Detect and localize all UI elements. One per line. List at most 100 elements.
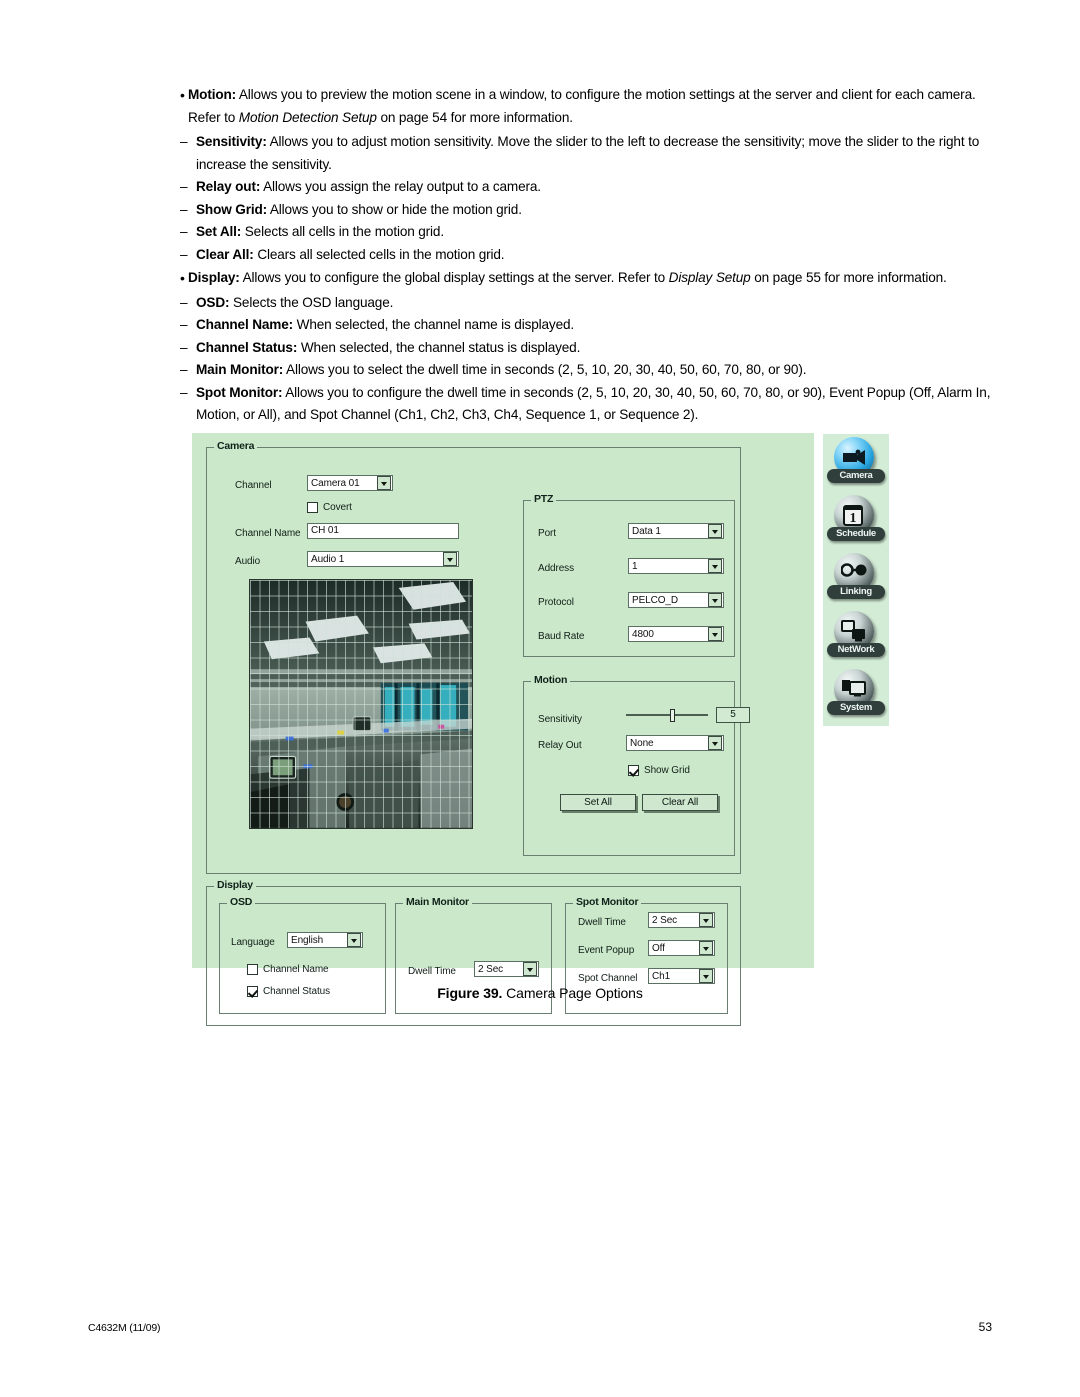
dash-marker: – [180,201,188,217]
sub-relay-out: – Relay out: Allows you assign the relay… [150,176,1010,199]
chevron-down-icon[interactable] [708,524,722,538]
nav-item-system[interactable]: System [827,668,885,724]
footer-document-code: C4632M (11/09) [88,1322,161,1334]
bullet-motion-term: Motion: [188,87,237,102]
audio-select[interactable]: Audio 1 [307,551,459,567]
figure-caption: Figure 39. Camera Page Options [0,985,1080,1001]
document-body: • Motion: Allows you to preview the moti… [150,84,1010,427]
ptz-group-panel: PTZ Port Data 1 Address 1 Protocol PELCO… [523,493,735,657]
osd-group-title: OSD [227,896,256,908]
ptz-protocol-select[interactable]: PELCO_D [628,592,724,608]
sub-spot-monitor-term: Spot Monitor: [196,384,283,400]
slider-thumb[interactable] [670,709,675,722]
nav-icon-strip: Camera 1 Schedule Linking NetWork System [823,434,889,726]
spot-event-popup-select[interactable]: Off [648,940,715,956]
nav-item-schedule[interactable]: 1 Schedule [827,494,885,550]
osd-language-select[interactable]: English [287,932,363,948]
chevron-down-icon[interactable] [708,627,722,641]
chevron-down-icon[interactable] [443,552,457,566]
display-group-panel: Display OSD Language English Channel Nam… [206,879,741,1026]
spot-channel-select[interactable]: Ch1 [648,968,715,984]
ptz-group-title: PTZ [531,493,557,505]
chevron-down-icon[interactable] [377,476,391,490]
dash-marker: – [180,224,188,239]
chevron-down-icon[interactable] [708,559,722,573]
channel-label: Channel [235,480,272,491]
nav-label-linking: Linking [827,585,885,599]
sub-sensitivity-body: Allows you to adjust motion sensitivity.… [196,134,980,172]
camera-scene-image [250,580,472,828]
chevron-down-icon[interactable] [347,933,361,947]
chevron-down-icon[interactable] [708,593,722,607]
show-grid-label: Show Grid [644,765,690,776]
motion-group-title: Motion [531,674,571,686]
chevron-down-icon[interactable] [699,941,713,955]
main-monitor-dwell-label: Dwell Time [408,966,456,977]
ptz-port-select[interactable]: Data 1 [628,523,724,539]
ptz-address-select[interactable]: 1 [628,558,724,574]
sensitivity-label: Sensitivity [538,714,582,725]
spot-event-popup-value: Off [652,942,665,954]
nav-label-network: NetWork [827,643,885,657]
bullet-display-term: Display: [188,270,240,285]
audio-label: Audio [235,556,261,567]
spot-dwell-select[interactable]: 2 Sec [648,912,715,928]
nav-label-camera: Camera [827,469,885,483]
figure-number: Figure 39. [437,985,503,1001]
relay-out-select[interactable]: None [626,735,724,751]
clear-all-button[interactable]: Clear All [642,794,718,811]
nav-item-camera[interactable]: Camera [827,436,885,492]
sub-show-grid-body: Allows you to show or hide the motion gr… [267,201,522,217]
osd-channel-name-row[interactable]: Channel Name [247,964,329,975]
camera-group-title: Camera [214,440,258,452]
relay-out-value: None [630,737,654,749]
footer-page-number: 53 [978,1320,992,1334]
sub-clear-all-term: Clear All: [196,246,254,262]
sub-spot-monitor-body: Allows you to configure the dwell time i… [196,384,991,423]
nav-label-system: System [827,701,885,715]
osd-channel-name-checkbox[interactable] [247,964,258,975]
sub-set-all-term: Set All: [196,224,242,239]
sub-channel-status-term: Channel Status: [196,339,298,355]
channel-select[interactable]: Camera 01 [307,475,393,491]
ptz-protocol-label: Protocol [538,597,574,608]
main-monitor-dwell-value: 2 Sec [478,963,504,975]
osd-language-label: Language [231,937,275,948]
nav-label-schedule: Schedule [827,527,885,541]
spot-channel-label: Spot Channel [578,973,638,984]
sub-osd-body: Selects the OSD language. [229,294,394,310]
channel-name-label: Channel Name [235,528,301,539]
svg-text:1: 1 [850,511,857,526]
ptz-address-value: 1 [632,560,638,572]
main-monitor-dwell-select[interactable]: 2 Sec [474,961,539,977]
show-grid-checkbox[interactable] [628,765,639,776]
chevron-down-icon[interactable] [523,962,537,976]
chevron-down-icon[interactable] [708,736,722,750]
nav-item-linking[interactable]: Linking [827,552,885,608]
sub-relay-out-term: Relay out: [196,179,261,194]
spot-monitor-group-title: Spot Monitor [573,896,642,908]
dash-marker: – [180,384,188,400]
show-grid-checkbox-row[interactable]: Show Grid [628,765,690,776]
sensitivity-slider[interactable] [626,707,708,723]
bullet-marker: • [180,87,185,103]
nav-item-network[interactable]: NetWork [827,610,885,666]
covert-checkbox-row[interactable]: Covert [307,502,352,513]
video-preview[interactable] [249,579,473,829]
chevron-down-icon[interactable] [699,913,713,927]
sub-relay-out-body: Allows you assign the relay output to a … [260,179,541,194]
set-all-button[interactable]: Set All [560,794,636,811]
channel-name-input[interactable]: CH 01 [307,523,459,539]
dash-marker: – [180,246,188,262]
camera-page-screenshot: Camera Channel Camera 01 Covert Channel … [186,428,820,1026]
bullet-display-body: Allows you to configure the global displ… [239,270,669,285]
sub-channel-status: – Channel Status: When selected, the cha… [150,337,1010,360]
bullet-display-tail: on page 55 for more information. [750,270,947,285]
sub-main-monitor: – Main Monitor: Allows you to select the… [150,359,1010,382]
covert-label: Covert [323,502,352,513]
covert-checkbox[interactable] [307,502,318,513]
spot-channel-value: Ch1 [652,970,671,982]
ptz-baud-select[interactable]: 4800 [628,626,724,642]
chevron-down-icon[interactable] [699,969,713,983]
channel-select-value: Camera 01 [311,477,360,489]
